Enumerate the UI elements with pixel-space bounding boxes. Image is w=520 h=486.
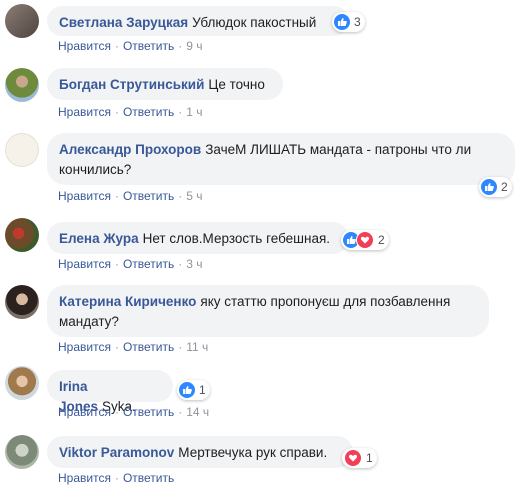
reaction-count: 2: [378, 233, 385, 247]
like-icon: [179, 382, 195, 398]
avatar[interactable]: [5, 285, 39, 319]
separator: ·: [178, 257, 183, 271]
reply-button[interactable]: Ответить: [123, 189, 174, 203]
comment-timestamp[interactable]: 1 ч: [186, 105, 202, 119]
comment-actions: Нравится · Ответить · 9 ч: [58, 38, 203, 54]
comment-timestamp[interactable]: 3 ч: [186, 257, 202, 271]
love-icon: [344, 449, 362, 467]
separator: ·: [178, 105, 183, 119]
comment-timestamp[interactable]: 11 ч: [186, 340, 208, 354]
comment-text: Мертвечука рук справи.: [178, 445, 328, 460]
like-button[interactable]: Нравится: [58, 471, 111, 485]
separator: ·: [178, 340, 183, 354]
comment-author[interactable]: Viktor Paramonov: [59, 445, 174, 460]
reaction-summary[interactable]: 1: [177, 380, 210, 400]
reaction-count: 1: [199, 383, 206, 397]
reaction-count: 1: [366, 451, 373, 465]
avatar[interactable]: [5, 4, 39, 38]
reaction-summary[interactable]: 2: [341, 230, 389, 250]
comment-bubble: Елена Жура Нет слов.Мерзость гебешная.: [47, 222, 349, 254]
like-button[interactable]: Нравится: [58, 105, 111, 119]
love-icon: [356, 231, 374, 249]
separator: ·: [114, 471, 119, 485]
comment-author[interactable]: Светлана Заруцкая: [59, 15, 188, 30]
reply-button[interactable]: Ответить: [123, 471, 174, 485]
separator: ·: [114, 105, 119, 119]
comment-text: Це точно: [208, 77, 265, 92]
comment-bubble: Катерина Кириченко яку статтю пропонуєш д…: [47, 285, 489, 337]
like-button[interactable]: Нравится: [58, 257, 111, 271]
reply-button[interactable]: Ответить: [123, 39, 174, 53]
comment-timestamp[interactable]: 9 ч: [186, 39, 202, 53]
separator: ·: [114, 39, 119, 53]
separator: ·: [178, 189, 183, 203]
comment-bubble: Viktor Paramonov Мертвечука рук справи.: [47, 436, 353, 468]
separator: ·: [178, 405, 183, 419]
separator: ·: [114, 189, 119, 203]
comment-text: Ублюдок пакостный: [192, 15, 317, 30]
like-button[interactable]: Нравится: [58, 189, 111, 203]
avatar[interactable]: [5, 68, 39, 102]
comment-actions: Нравится · Ответить · 3 ч: [58, 256, 203, 272]
comment-timestamp[interactable]: 5 ч: [186, 189, 202, 203]
reply-button[interactable]: Ответить: [123, 405, 174, 419]
comment-text: Нет слов.Мерзость гебешная.: [142, 231, 331, 246]
comment-author[interactable]: Богдан Струтинський: [59, 77, 204, 92]
separator: ·: [114, 405, 119, 419]
comment-actions: Нравится · Ответить: [58, 470, 174, 486]
comment-timestamp[interactable]: 14 ч: [186, 405, 209, 419]
comment-bubble: Богдан Струтинський Це точно: [47, 68, 283, 100]
comment-author[interactable]: Катерина Кириченко: [59, 294, 196, 309]
comment-actions: Нравится · Ответить · 5 ч: [58, 188, 203, 204]
like-button[interactable]: Нравится: [58, 39, 111, 53]
reaction-summary[interactable]: 2: [479, 177, 512, 197]
comment-bubble: Светлана Заруцкая Ублюдок пакостный: [47, 6, 349, 36]
reaction-count: 3: [354, 15, 361, 29]
comment-actions: Нравится · Ответить · 1 ч: [58, 104, 203, 120]
comment-author[interactable]: Александр Прохоров: [59, 142, 201, 157]
separator: ·: [178, 39, 183, 53]
reply-button[interactable]: Ответить: [123, 340, 174, 354]
like-icon: [481, 179, 497, 195]
reaction-summary[interactable]: 1: [342, 448, 377, 468]
separator: ·: [114, 257, 119, 271]
like-button[interactable]: Нравится: [58, 405, 111, 419]
reply-button[interactable]: Ответить: [123, 257, 174, 271]
comment-bubble: Александр Прохоров ЗачеМ ЛИШАТЬ мандата -…: [47, 133, 515, 185]
separator: ·: [114, 340, 119, 354]
like-button[interactable]: Нравится: [58, 340, 111, 354]
comment-actions: Нравится · Ответить · 11 ч: [58, 339, 208, 355]
reaction-count: 2: [501, 180, 508, 194]
avatar[interactable]: [5, 366, 39, 400]
comment-bubble: Irina Jones Syka.: [47, 370, 173, 414]
reaction-summary[interactable]: 3: [332, 12, 365, 32]
comment-author[interactable]: Елена Жура: [59, 231, 139, 246]
comment-actions: Нравится · Ответить · 14 ч: [58, 404, 209, 420]
avatar[interactable]: [5, 133, 39, 167]
avatar[interactable]: [5, 218, 39, 252]
avatar[interactable]: [5, 435, 39, 469]
like-icon: [334, 14, 350, 30]
reply-button[interactable]: Ответить: [123, 105, 174, 119]
